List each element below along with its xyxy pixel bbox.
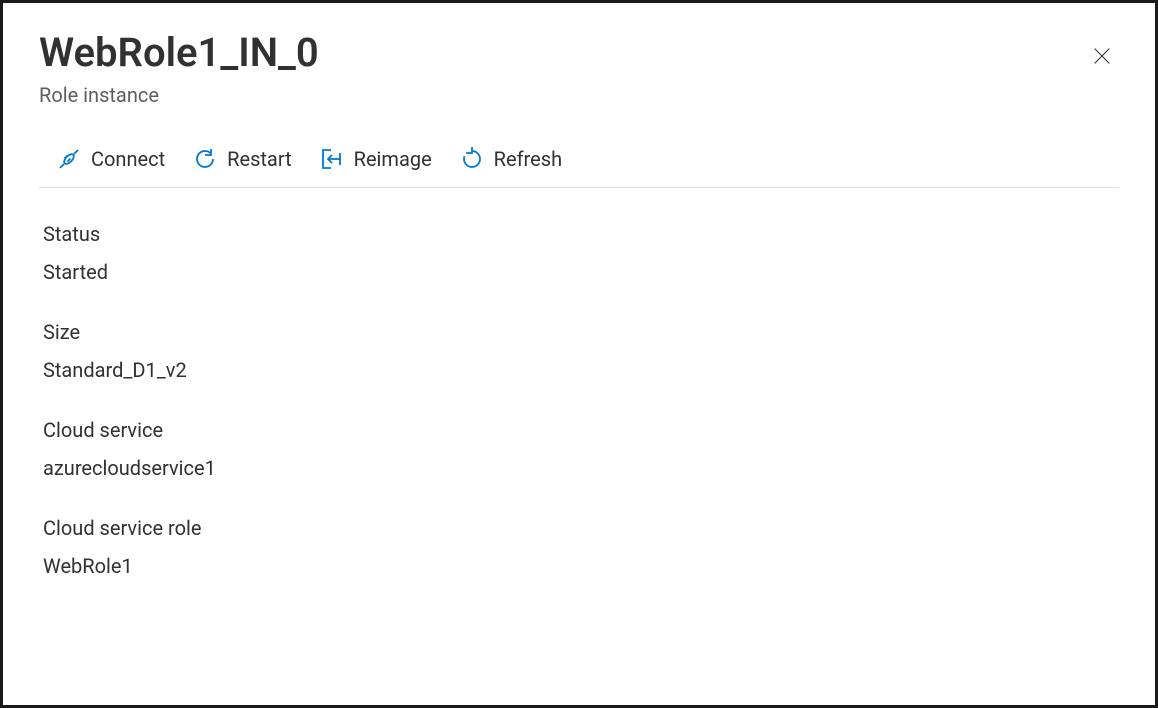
toolbar: Connect Restart Reimage: [39, 137, 1119, 188]
status-label: Status: [43, 222, 1119, 246]
details-panel: Status Started Size Standard_D1_v2 Cloud…: [39, 222, 1119, 578]
connect-button[interactable]: Connect: [57, 147, 165, 171]
header-text: WebRole1_IN_0 Role instance: [39, 31, 319, 107]
restart-icon: [193, 147, 217, 171]
cloud-service-label: Cloud service: [43, 418, 1119, 442]
reimage-label: Reimage: [354, 147, 432, 171]
cloud-service-role-field: Cloud service role WebRole1: [43, 516, 1119, 578]
connect-label: Connect: [91, 147, 165, 171]
close-icon: [1091, 45, 1113, 71]
close-button[interactable]: [1085, 39, 1119, 77]
cloud-service-role-label: Cloud service role: [43, 516, 1119, 540]
page-title: WebRole1_IN_0: [39, 31, 319, 75]
size-label: Size: [43, 320, 1119, 344]
cloud-service-role-value: WebRole1: [43, 554, 1119, 578]
refresh-button[interactable]: Refresh: [460, 147, 562, 171]
restart-button[interactable]: Restart: [193, 147, 291, 171]
reimage-icon: [320, 147, 344, 171]
connect-icon: [57, 147, 81, 171]
page-subtitle: Role instance: [39, 83, 319, 107]
refresh-icon: [460, 147, 484, 171]
header-row: WebRole1_IN_0 Role instance: [39, 31, 1119, 107]
size-value: Standard_D1_v2: [43, 358, 1119, 382]
cloud-service-field: Cloud service azurecloudservice1: [43, 418, 1119, 480]
refresh-label: Refresh: [494, 147, 562, 171]
status-field: Status Started: [43, 222, 1119, 284]
restart-label: Restart: [227, 147, 291, 171]
size-field: Size Standard_D1_v2: [43, 320, 1119, 382]
status-value: Started: [43, 260, 1119, 284]
reimage-button[interactable]: Reimage: [320, 147, 432, 171]
cloud-service-value: azurecloudservice1: [43, 456, 1119, 480]
